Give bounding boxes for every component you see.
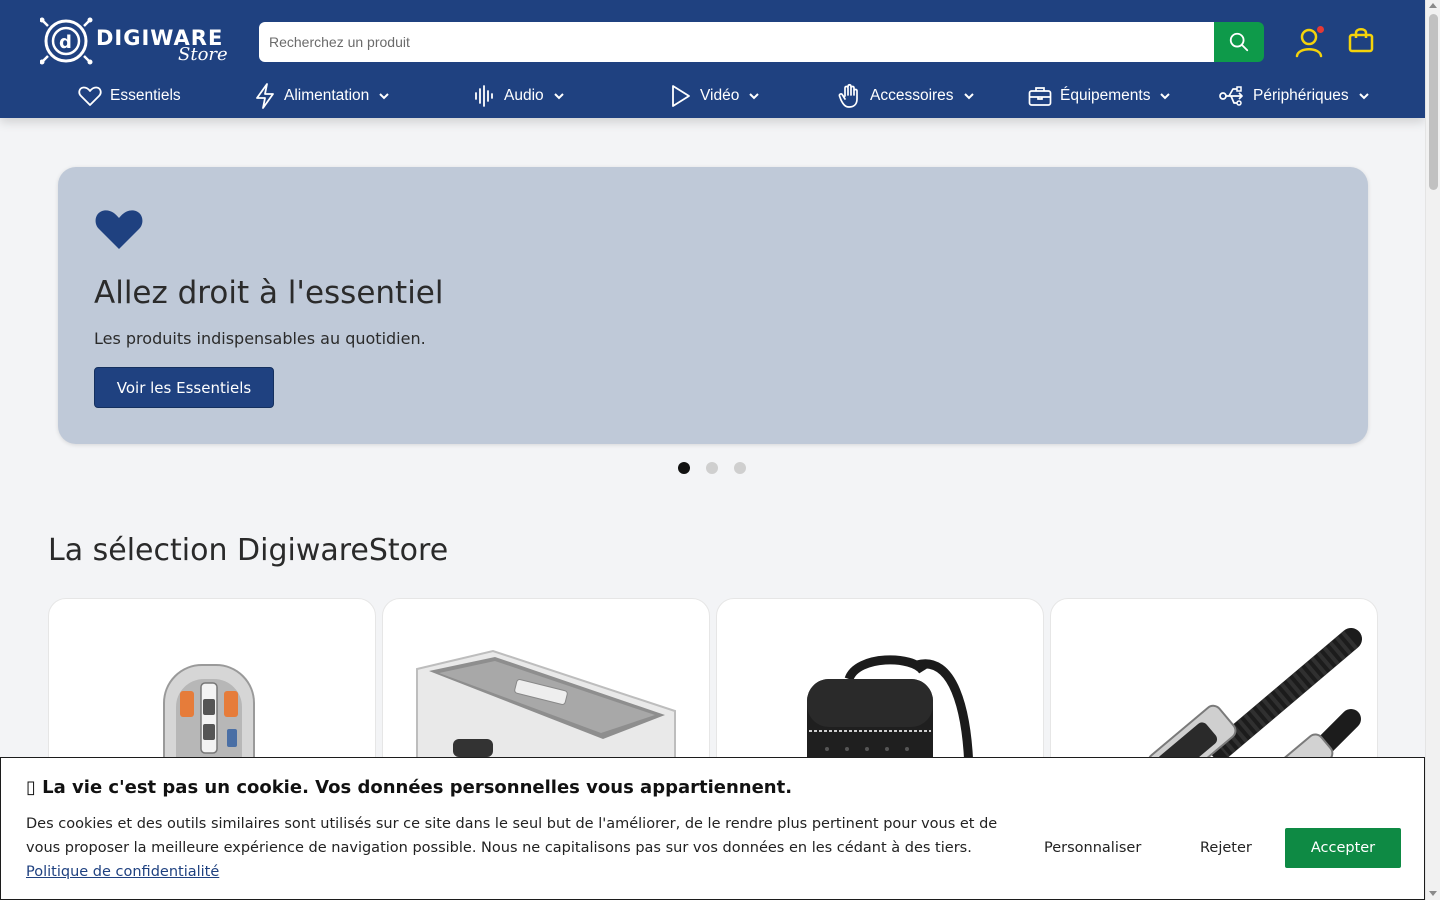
nav-item-label: Essentiels — [110, 87, 181, 104]
cart-button[interactable] — [1346, 25, 1376, 55]
chevron-down-icon — [1358, 93, 1369, 100]
nav-item-equipements[interactable]: Équipements — [1028, 78, 1171, 114]
accept-button[interactable]: Accepter — [1285, 828, 1401, 868]
scroll-up-arrow[interactable] — [1429, 3, 1437, 8]
briefcase-icon — [1028, 87, 1052, 106]
svg-text:d: d — [59, 32, 72, 53]
cookie-body-text: Des cookies et des outils similaires son… — [26, 816, 998, 856]
search-button[interactable] — [1214, 22, 1264, 62]
hero-title: Allez droit à l'essentiel — [94, 275, 444, 311]
customize-button[interactable]: Personnaliser — [1044, 828, 1141, 868]
reject-button[interactable]: Rejeter — [1200, 828, 1252, 868]
nav-item-label: Équipements — [1060, 87, 1151, 104]
digiware-logo[interactable]: d DIGIWARE Store — [40, 14, 230, 70]
carousel-dot-2[interactable] — [706, 462, 718, 474]
cookie-banner: ▯ La vie c'est pas un cookie. Vos donnée… — [0, 757, 1425, 900]
product-image-hdmi-cable — [1147, 628, 1362, 791]
nav-item-alimentation[interactable]: Alimentation — [254, 78, 390, 114]
nav-item-essentiels[interactable]: Essentiels — [78, 78, 181, 114]
shopping-bag-icon — [1348, 28, 1374, 53]
chevron-down-icon — [963, 93, 974, 100]
chevron-down-icon — [553, 93, 564, 100]
product-image-cable-box — [416, 649, 676, 800]
play-icon — [672, 85, 690, 107]
heart-icon — [95, 210, 143, 249]
carousel-dot-1[interactable] — [678, 462, 690, 474]
carousel-dot-3[interactable] — [734, 462, 746, 474]
nav-item-label: Périphériques — [1253, 87, 1349, 104]
nav-item-label: Accessoires — [870, 87, 954, 104]
nav-item-label: Vidéo — [700, 87, 740, 104]
cookie-icon: ▯ — [26, 777, 43, 798]
search-input[interactable] — [259, 22, 1215, 62]
usb-icon — [1219, 86, 1243, 106]
site-header: d DIGIWARE Store Ess — [0, 0, 1425, 118]
chevron-down-icon — [379, 93, 390, 100]
logo-subtext: Store — [178, 44, 228, 65]
cookie-title-text: La vie c'est pas un cookie. Vos données … — [42, 777, 793, 798]
nav-item-video[interactable]: Vidéo — [670, 78, 760, 114]
account-button[interactable] — [1294, 26, 1326, 58]
nav-item-audio[interactable]: Audio — [474, 78, 564, 114]
carousel-dots — [678, 462, 746, 474]
product-image-mouse — [163, 664, 255, 796]
main-navigation: Essentiels Alimentation Audio Vidéo Acce… — [0, 78, 1425, 114]
search-bar — [259, 22, 1264, 62]
cookie-banner-title: ▯ La vie c'est pas un cookie. Vos donnée… — [26, 777, 792, 798]
hand-icon — [838, 83, 858, 108]
privacy-policy-link[interactable]: Politique de confidentialité — [26, 864, 219, 880]
section-title: La sélection DigiwareStore — [48, 533, 449, 568]
hero-subtitle: Les produits indispensables au quotidien… — [94, 329, 426, 348]
hero-cta-button[interactable]: Voir les Essentiels — [94, 367, 274, 408]
scroll-down-arrow[interactable] — [1429, 891, 1437, 896]
lightning-icon — [256, 83, 274, 109]
notification-dot — [1317, 26, 1324, 33]
cookie-banner-text: Des cookies et des outils similaires son… — [26, 812, 1016, 884]
nav-item-peripheriques[interactable]: Périphériques — [1219, 78, 1369, 114]
page-scrollbar[interactable] — [1425, 0, 1440, 900]
nav-item-accessoires[interactable]: Accessoires — [838, 78, 974, 114]
chevron-down-icon — [1160, 93, 1171, 100]
scrollbar-thumb[interactable] — [1429, 14, 1438, 190]
search-icon — [1229, 32, 1249, 52]
soundwave-icon — [475, 85, 493, 107]
product-image-backpack — [807, 655, 974, 809]
heart-icon — [78, 86, 102, 106]
nav-item-label: Alimentation — [284, 87, 370, 104]
chevron-down-icon — [749, 93, 760, 100]
hero-banner: Allez droit à l'essentiel Les produits i… — [58, 167, 1368, 444]
nav-item-label: Audio — [504, 87, 544, 104]
logo-emblem: d — [40, 17, 93, 65]
